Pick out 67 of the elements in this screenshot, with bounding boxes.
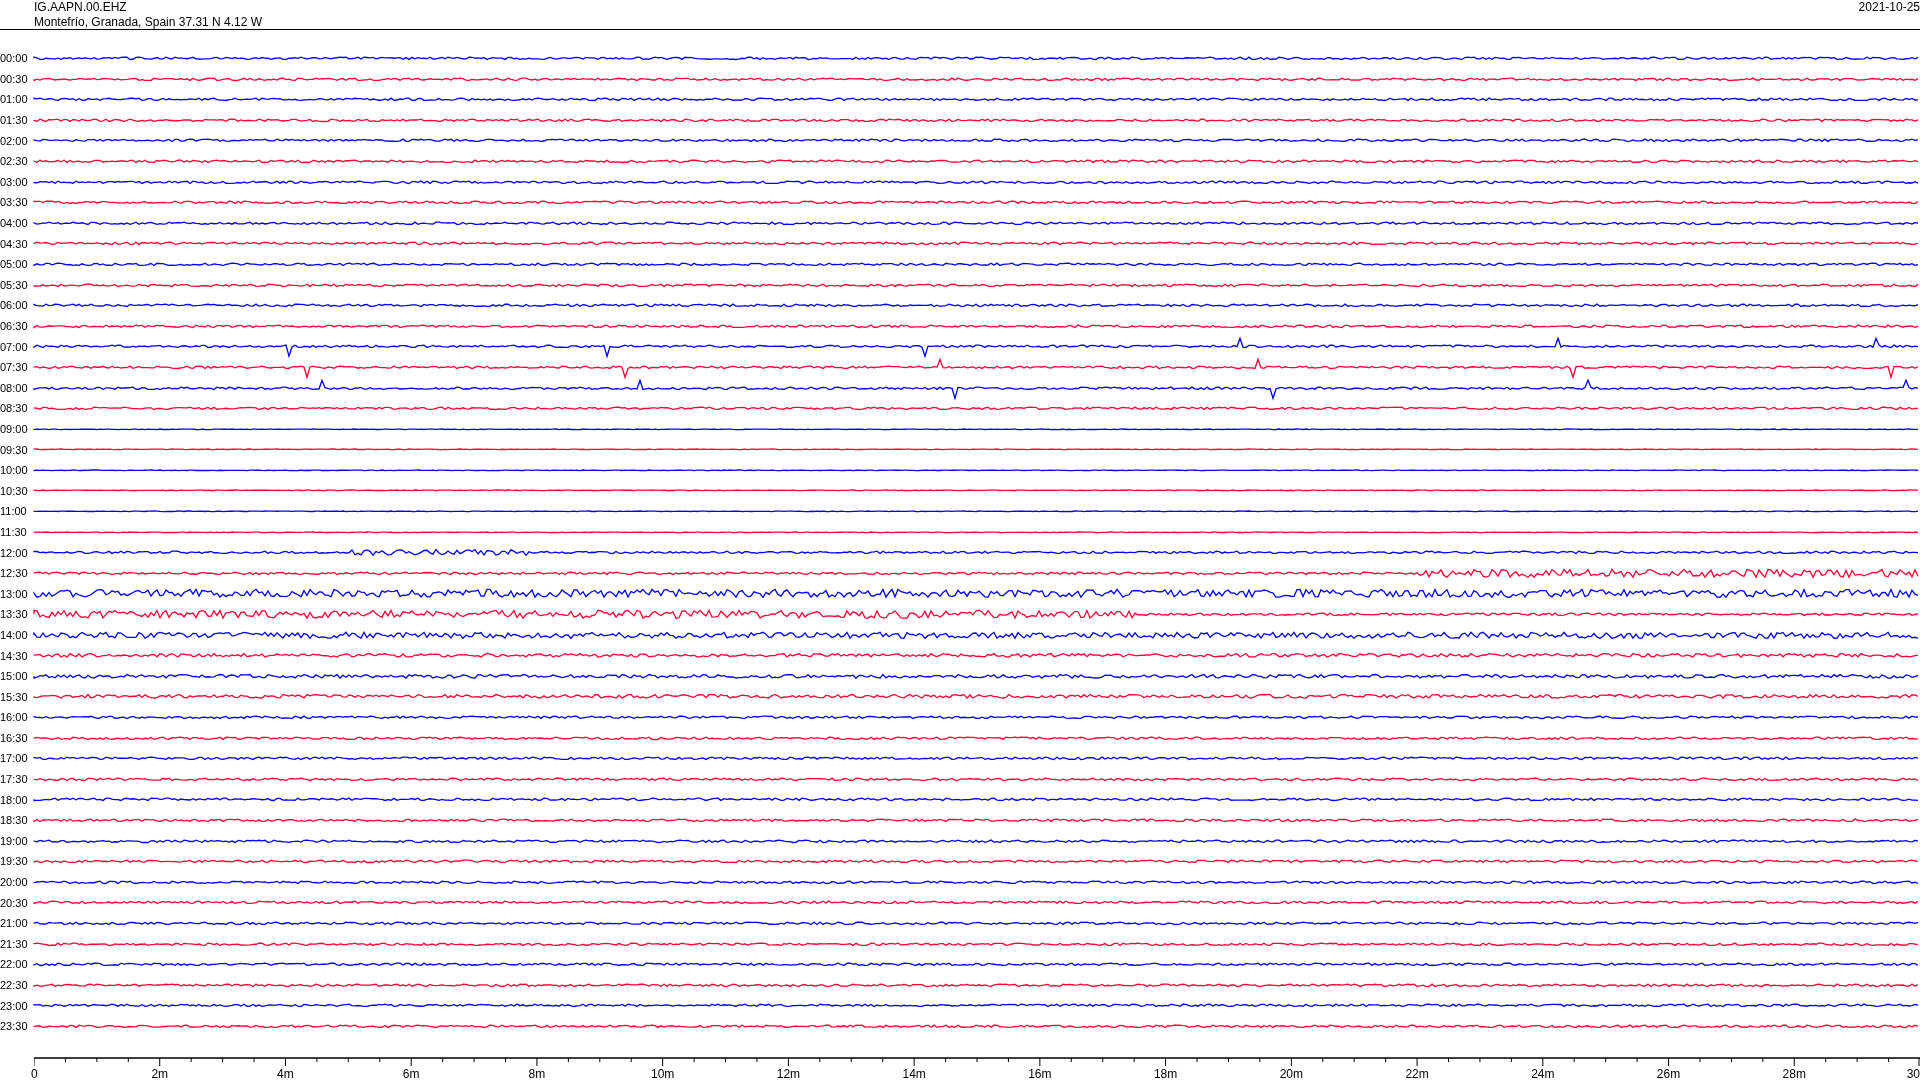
axis-tick-label: 10m	[651, 1066, 675, 1080]
time-label: 21:30	[0, 937, 29, 950]
time-label: 07:00	[0, 340, 29, 353]
time-label: 13:00	[0, 587, 29, 600]
time-label: 22:30	[0, 979, 29, 991]
plot-date: 2021-10-25	[1858, 0, 1920, 15]
station-code: IG.AAPN.00.EHZ	[34, 0, 128, 15]
axis-tick-label: 2m	[151, 1066, 169, 1080]
time-label: 05:00	[0, 258, 29, 271]
axis-tick-label: 22m	[1405, 1066, 1429, 1080]
time-label: 12:00	[0, 546, 29, 559]
time-label: 09:30	[0, 443, 29, 456]
time-label: 02:00	[0, 134, 29, 147]
time-label: 06:30	[0, 320, 29, 332]
axis-tick-label: 26m	[1656, 1066, 1681, 1080]
time-label: 10:30	[0, 484, 29, 497]
axis-tick-label: 8m	[528, 1066, 546, 1080]
axis-tick-label: 14m	[902, 1066, 926, 1080]
time-label: 23:30	[0, 1020, 29, 1033]
time-label: 14:00	[0, 628, 29, 641]
time-label: 16:30	[0, 731, 29, 744]
station-location: Montefrío, Granada, Spain 37.31 N 4.12 W	[34, 15, 263, 30]
axis-tick-label: 28m	[1782, 1066, 1806, 1080]
time-label: 20:30	[0, 896, 29, 909]
time-label: 04:30	[0, 237, 29, 250]
time-label: 10:00	[0, 464, 29, 477]
time-label: 23:00	[0, 999, 29, 1012]
time-label: 00:30	[0, 72, 29, 85]
time-label: 06:00	[0, 299, 29, 312]
time-label: 09:00	[0, 423, 29, 435]
time-label: 01:30	[0, 114, 29, 127]
time-label: 11:00	[0, 505, 28, 518]
time-label: 19:00	[0, 834, 29, 847]
time-label: 17:30	[0, 773, 29, 786]
time-label: 18:00	[0, 793, 29, 806]
time-label: 12:30	[0, 567, 29, 580]
time-label: 20:00	[0, 876, 29, 889]
time-label: 22:00	[0, 958, 29, 971]
time-label: 15:30	[0, 690, 29, 703]
time-label: 16:00	[0, 711, 29, 724]
time-label: 08:00	[0, 381, 29, 394]
time-label: 18:30	[0, 814, 29, 827]
axis-tick-label: 0	[31, 1066, 38, 1080]
axis-tick-label: 24m	[1531, 1066, 1555, 1080]
time-label: 21:00	[0, 917, 29, 930]
time-label: 05:30	[0, 278, 29, 291]
axis-tick-label: 12m	[776, 1066, 801, 1080]
time-label: 17:00	[0, 752, 29, 765]
time-label: 03:30	[0, 196, 29, 209]
time-label: 15:00	[0, 670, 29, 683]
axis-tick-label: 18m	[1153, 1066, 1178, 1080]
time-label: 01:00	[0, 93, 29, 106]
time-label: 13:30	[0, 608, 29, 621]
time-label: 11:30	[0, 525, 28, 538]
axis-tick-label: 6m	[402, 1066, 420, 1080]
axis-tick-label: 20m	[1279, 1066, 1303, 1080]
time-label: 04:00	[0, 217, 29, 230]
time-label: 14:30	[0, 649, 29, 662]
time-label: 00:00	[0, 52, 29, 65]
time-label: 07:30	[0, 361, 29, 374]
axis-tick-label: 16m	[1028, 1066, 1052, 1080]
axis-tick-label: 30	[1906, 1066, 1920, 1080]
time-label: 08:30	[0, 402, 29, 415]
axis-tick-label: 4m	[277, 1066, 294, 1080]
time-label: 19:30	[0, 855, 29, 868]
time-label: 02:30	[0, 155, 29, 168]
time-label: 03:00	[0, 175, 29, 188]
